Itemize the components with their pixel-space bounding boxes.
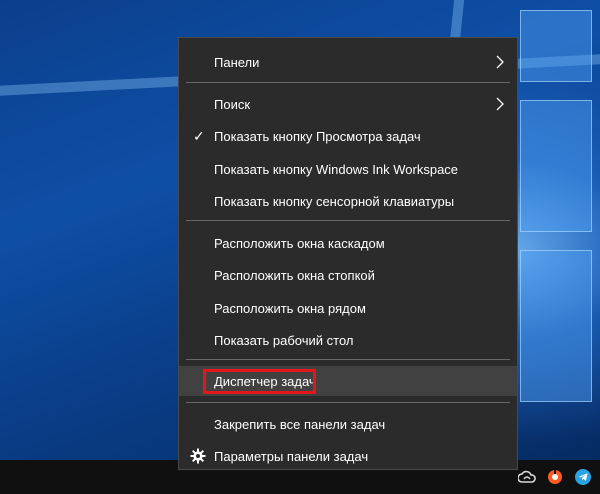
gear-icon bbox=[190, 448, 206, 464]
menu-item-panels[interactable]: Панели bbox=[179, 47, 517, 77]
menu-separator bbox=[186, 402, 510, 403]
menu-item-side-by-side[interactable]: Расположить окна рядом bbox=[179, 293, 517, 323]
telegram-icon[interactable] bbox=[574, 468, 592, 486]
menu-separator bbox=[186, 82, 510, 83]
menu-item-taskbar-settings[interactable]: Параметры панели задач bbox=[179, 441, 517, 471]
menu-item-label: Расположить окна стопкой bbox=[214, 267, 375, 283]
menu-item-label: Показать кнопку Windows Ink Workspace bbox=[214, 161, 459, 177]
menu-item-show-touch-keyboard[interactable]: Показать кнопку сенсорной клавиатуры bbox=[179, 186, 517, 216]
menu-item-show-ink-workspace[interactable]: Показать кнопку Windows Ink Workspace bbox=[179, 154, 517, 184]
window-pane bbox=[520, 10, 592, 82]
menu-item-label: Показать рабочий стол bbox=[214, 332, 354, 348]
menu-item-label: Расположить окна рядом bbox=[214, 300, 366, 316]
menu-separator bbox=[186, 359, 510, 360]
menu-item-label: Показать кнопку Просмотра задач bbox=[214, 128, 421, 144]
menu-item-cascade-windows[interactable]: Расположить окна каскадом bbox=[179, 228, 517, 258]
menu-item-label: Параметры панели задач bbox=[214, 448, 369, 464]
menu-item-lock-taskbars[interactable]: Закрепить все панели задач bbox=[179, 409, 517, 439]
menu-item-label: Закрепить все панели задач bbox=[214, 416, 386, 432]
taskbar-context-menu: Панели Поиск ✓ Показать кнопку Просмотра… bbox=[178, 37, 518, 470]
menu-item-show-desktop[interactable]: Показать рабочий стол bbox=[179, 325, 517, 355]
tray-app-icon[interactable] bbox=[546, 468, 564, 486]
menu-item-label: Показать кнопку сенсорной клавиатуры bbox=[214, 193, 455, 209]
menu-item-label: Диспетчер задач bbox=[214, 373, 316, 389]
menu-item-label: Поиск bbox=[214, 96, 251, 112]
menu-item-label: Расположить окна каскадом bbox=[214, 235, 385, 251]
window-pane bbox=[520, 250, 592, 402]
menu-item-label: Панели bbox=[214, 54, 260, 70]
menu-item-show-task-view[interactable]: ✓ Показать кнопку Просмотра задач bbox=[179, 121, 517, 151]
menu-item-task-manager[interactable]: Диспетчер задач bbox=[179, 366, 517, 396]
checkmark-icon: ✓ bbox=[193, 127, 205, 144]
menu-item-search[interactable]: Поиск bbox=[179, 89, 517, 119]
creative-cloud-icon[interactable] bbox=[518, 468, 536, 486]
system-tray bbox=[518, 460, 600, 494]
chevron-right-icon bbox=[496, 97, 504, 111]
window-pane bbox=[520, 100, 592, 232]
menu-item-stack-windows[interactable]: Расположить окна стопкой bbox=[179, 260, 517, 290]
chevron-right-icon bbox=[496, 55, 504, 69]
menu-separator bbox=[186, 220, 510, 221]
